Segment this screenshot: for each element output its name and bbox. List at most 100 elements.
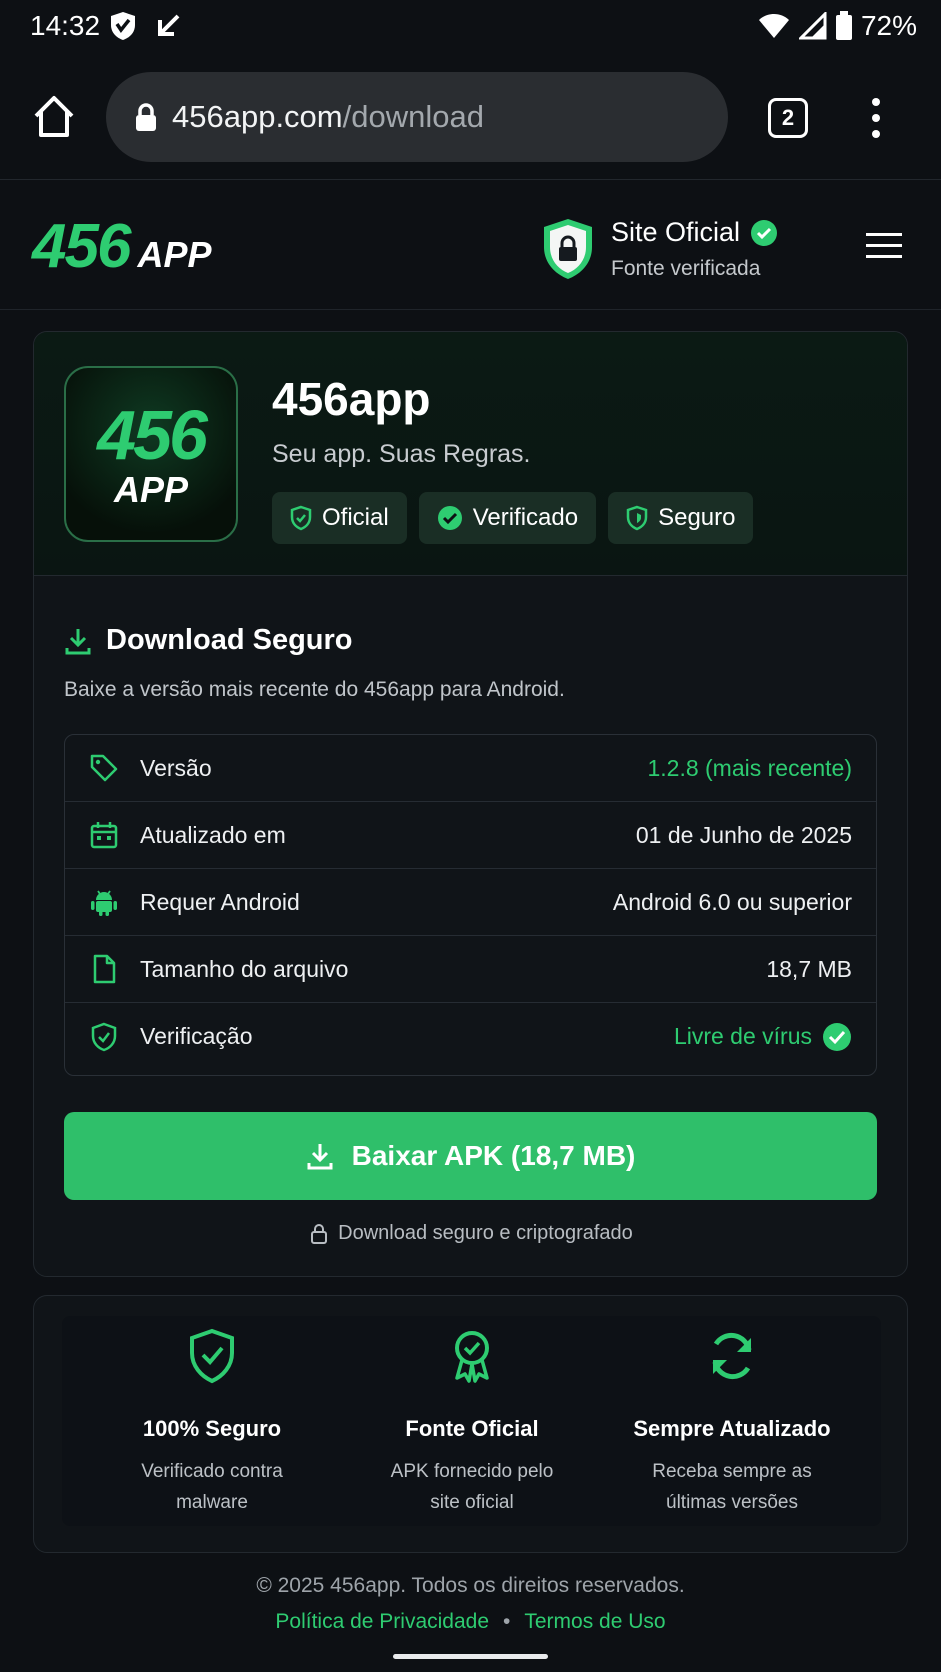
tab-switcher-button[interactable]: 2	[768, 98, 808, 138]
shield-icon	[626, 505, 648, 531]
status-icons: 72%	[757, 10, 917, 42]
battery-icon	[835, 11, 852, 40]
download-icon	[65, 628, 91, 654]
feature-desc-line: Receba sempre as	[652, 1461, 812, 1482]
download-apk-button[interactable]: Baixar APK (18,7 MB)	[64, 1112, 877, 1200]
app-icon-number: 456	[97, 396, 208, 474]
footer-links: Política de Privacidade • Termos de Uso	[0, 1610, 941, 1634]
badge-label: Seguro	[658, 504, 736, 531]
app-icon-label: APP	[113, 469, 189, 510]
info-value: Livre de vírus	[673, 1023, 812, 1049]
app-info-table: Versão 1.2.8 (mais recente) Atualizado e…	[64, 734, 877, 1076]
feature-description: Verificado contra malware	[82, 1456, 342, 1518]
footer-copyright: © 2025 456app. Todos os direitos reserva…	[256, 1574, 685, 1597]
browser-toolbar: 456app.com/download 2	[0, 56, 941, 180]
battery-percent: 72%	[860, 10, 917, 41]
info-row-updated: Atualizado em 01 de Junho de 2025	[65, 802, 876, 869]
info-label: Verificação	[140, 1023, 253, 1049]
feature-title: Sempre Atualizado	[633, 1416, 831, 1441]
signal-icon	[798, 12, 827, 40]
shield-check-icon	[91, 1022, 117, 1051]
download-description: Baixe a versão mais recente do 456app pa…	[64, 678, 565, 701]
app-hero: 456 APP 456app Seu app. Suas Regras. Ofi…	[34, 332, 907, 576]
app-name: 456app	[272, 373, 431, 425]
check-circle-icon	[437, 506, 462, 530]
feature-description: Receba sempre as últimas versões	[602, 1456, 862, 1518]
app-icon: 456 APP	[64, 366, 238, 542]
official-site-subtitle: Fonte verificada	[611, 257, 761, 280]
calendar-icon	[90, 822, 118, 849]
badge-label: Verificado	[472, 504, 579, 531]
url-path: /download	[342, 99, 484, 134]
official-shield-icon	[544, 219, 592, 279]
verified-check-icon	[751, 219, 778, 246]
site-header: 456 APP Site Oficial Fonte verificada	[0, 181, 941, 310]
download-icon	[307, 1144, 333, 1170]
feature-desc-line: site oficial	[430, 1492, 514, 1513]
badge-label: Oficial	[322, 504, 389, 531]
feature-desc-line: APK fornecido pelo	[390, 1461, 554, 1482]
feature-desc-line: últimas versões	[666, 1492, 798, 1513]
refresh-icon	[712, 1333, 752, 1379]
file-icon	[93, 954, 116, 984]
info-row-android: Requer Android Android 6.0 ou superior	[65, 869, 876, 936]
official-title-text: Site Oficial	[611, 217, 741, 247]
download-card: 456 APP 456app Seu app. Suas Regras. Ofi…	[33, 331, 908, 1277]
info-label: Tamanho do arquivo	[140, 955, 349, 982]
logo-app: APP	[137, 234, 212, 275]
missed-call-icon	[158, 14, 180, 36]
info-row-verification: Verificação Livre de vírus	[65, 1003, 876, 1070]
badge-verificado: Verificado	[418, 492, 597, 544]
app-tagline: Seu app. Suas Regras.	[272, 440, 531, 468]
hamburger-menu-icon[interactable]	[866, 231, 902, 261]
secure-download-note: Download seguro e criptografado	[34, 1222, 907, 1245]
info-label: Versão	[140, 754, 212, 781]
feature-description: APK fornecido pelo site oficial	[342, 1456, 602, 1518]
badge-list: Oficial Verificado Seguro	[272, 492, 754, 544]
shield-check-icon	[190, 1328, 234, 1384]
badge-seguro: Seguro	[608, 492, 754, 544]
info-value-verification: Livre de vírus	[674, 1022, 852, 1052]
badge-oficial: Oficial	[272, 492, 407, 544]
info-value: 1.2.8 (mais recente)	[647, 754, 852, 781]
info-value: 01 de Junho de 2025	[635, 821, 852, 848]
privacy-policy-link[interactable]: Política de Privacidade	[275, 1610, 489, 1634]
info-row-version: Versão 1.2.8 (mais recente)	[65, 735, 876, 802]
wifi-icon	[758, 14, 789, 38]
feature-desc-line: Verificado contra	[141, 1461, 283, 1482]
official-site-title: Site Oficial	[611, 217, 778, 248]
terms-of-use-link[interactable]: Termos de Uso	[524, 1610, 665, 1634]
url-host: 456app.com	[172, 99, 343, 134]
check-circle-icon	[823, 1022, 851, 1051]
footer-separator: •	[503, 1610, 511, 1633]
shield-check-icon	[290, 505, 312, 531]
home-indicator[interactable]	[393, 1654, 548, 1659]
feature-title: 100% Seguro	[142, 1416, 282, 1441]
info-value: Android 6.0 ou superior	[612, 888, 852, 915]
status-bar: 14:32 72%	[0, 0, 941, 56]
site-logo[interactable]: 456 APP	[32, 211, 211, 282]
android-icon	[91, 890, 117, 916]
tag-icon	[90, 754, 118, 782]
award-icon	[455, 1331, 489, 1383]
features-grid: 100% Seguro Verificado contra malware Fo…	[62, 1316, 881, 1526]
status-time: 14:32	[30, 10, 101, 41]
info-value: 18,7 MB	[766, 955, 852, 982]
download-section-title: Download Seguro	[64, 624, 353, 657]
feature-title: Fonte Oficial	[405, 1416, 539, 1441]
secure-note-text: Download seguro e criptografado	[338, 1222, 633, 1244]
section-title-text: Download Seguro	[106, 624, 353, 656]
more-options-icon[interactable]	[866, 96, 886, 140]
info-label: Atualizado em	[140, 821, 286, 848]
address-bar[interactable]: 456app.com/download	[106, 72, 728, 162]
home-icon[interactable]	[30, 92, 78, 140]
shield-notification-icon	[111, 12, 135, 40]
info-row-size: Tamanho do arquivo 18,7 MB	[65, 936, 876, 1003]
lock-icon	[136, 103, 156, 131]
logo-number: 456	[32, 212, 131, 281]
info-label: Requer Android	[140, 888, 300, 915]
lock-icon	[311, 1223, 328, 1244]
features-card: 100% Seguro Verificado contra malware Fo…	[33, 1295, 908, 1553]
download-button-label: Baixar APK (18,7 MB)	[351, 1140, 636, 1171]
feature-desc-line: malware	[176, 1492, 248, 1513]
